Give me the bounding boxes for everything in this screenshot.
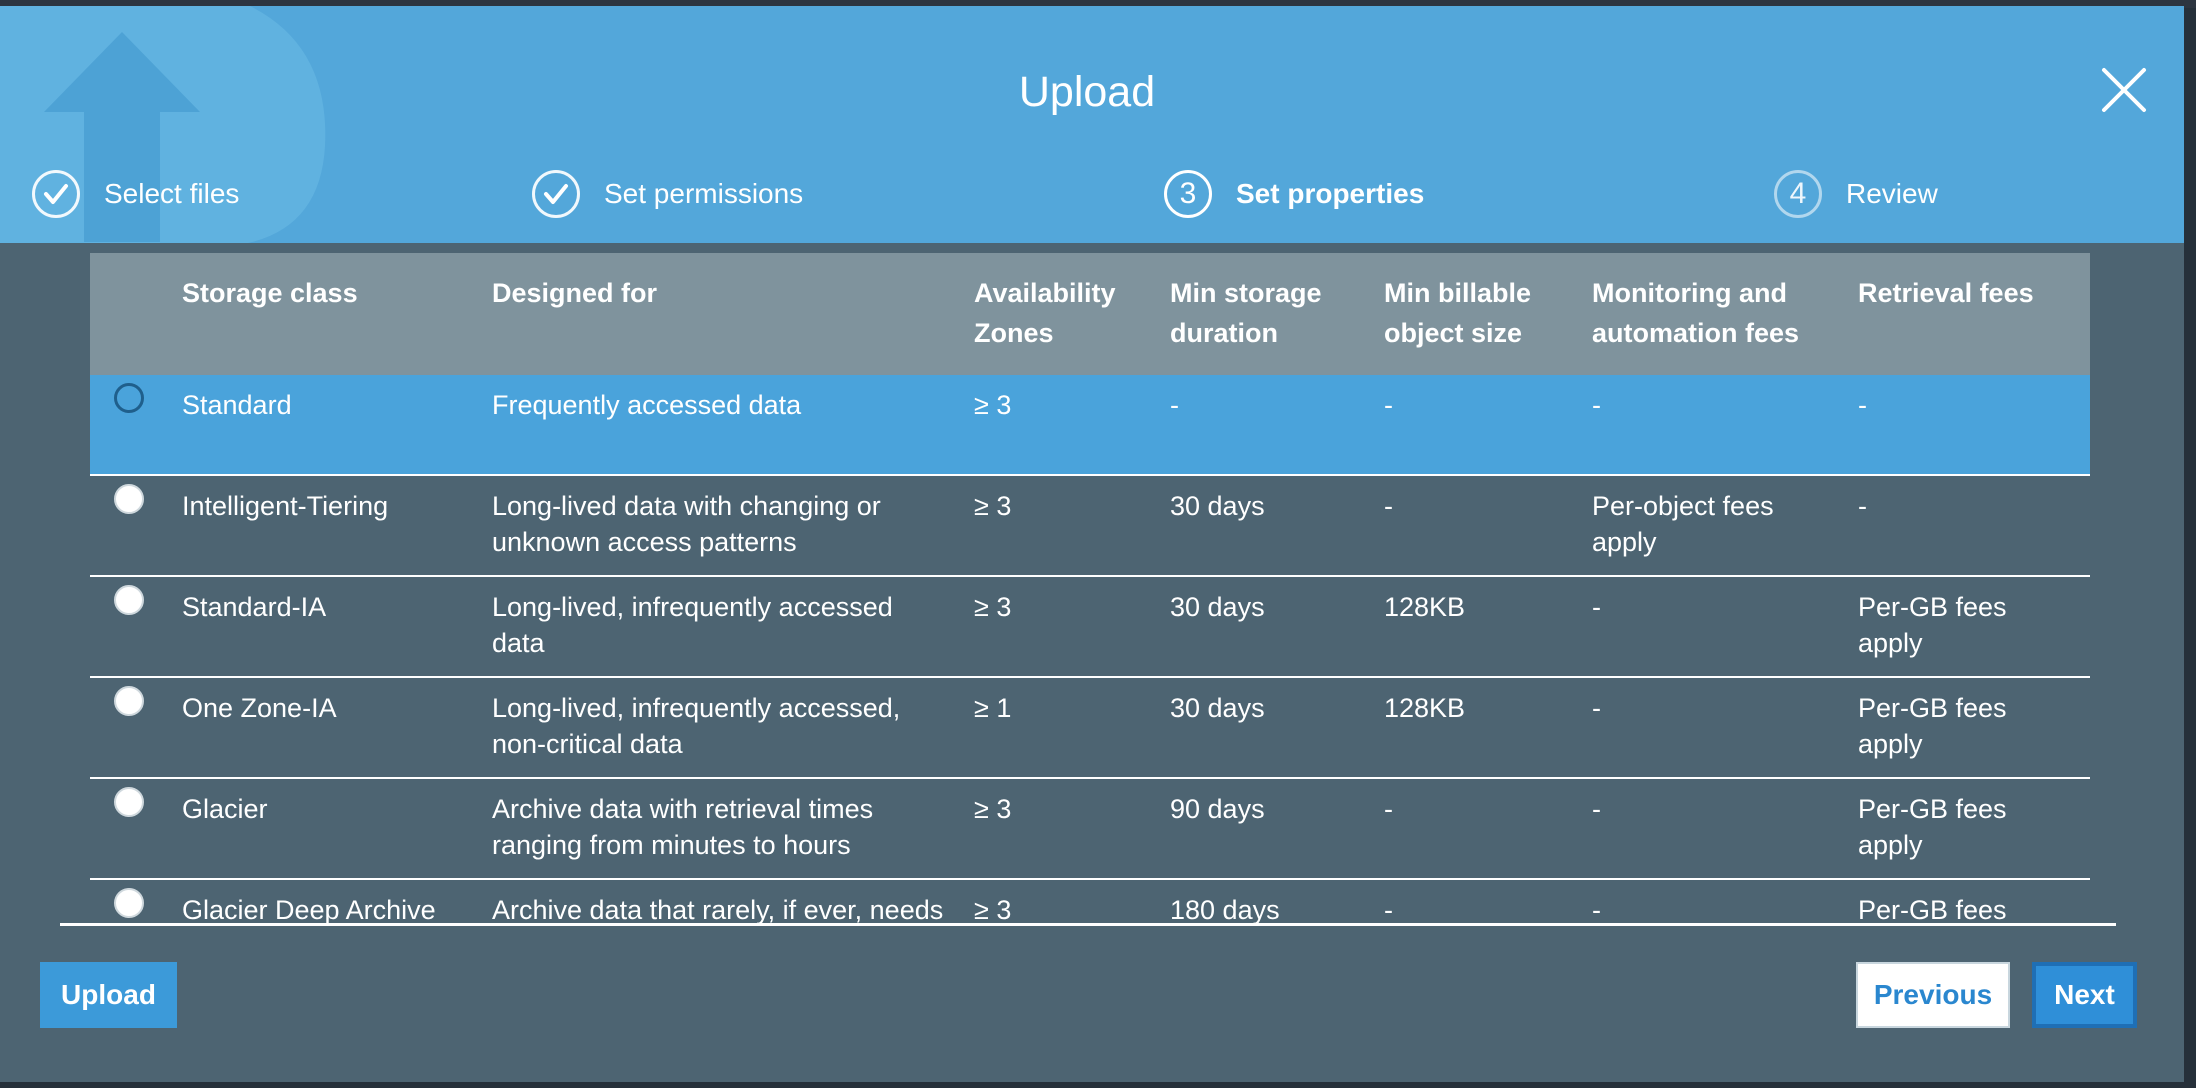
step-number: 4 [1774, 170, 1822, 218]
cell-storage-class: Glacier Deep Archive [182, 895, 436, 923]
upload-button[interactable]: Upload [40, 962, 177, 1028]
step-review[interactable]: 4 Review [1774, 166, 1938, 222]
cell-availability-zones: ≥ 1 [974, 693, 1012, 723]
cell-storage-class: Standard [182, 390, 292, 420]
cell-availability-zones: ≥ 3 [974, 794, 1012, 824]
cell-min-size: - [1384, 390, 1393, 420]
cell-monitoring-fees: Per-object fees apply [1592, 491, 1774, 557]
cell-designed-for: Long-lived, infrequently accessed data [492, 592, 893, 658]
checkmark-icon [32, 170, 80, 218]
storage-class-radio[interactable] [114, 787, 144, 817]
step-set-properties[interactable]: 3 Set properties [1164, 166, 1424, 222]
cell-monitoring-fees: - [1592, 592, 1601, 622]
cell-monitoring-fees: - [1592, 390, 1601, 420]
upload-dialog: Upload Select files Set permissions 3 Se… [0, 6, 2184, 1082]
step-label: Set permissions [604, 178, 804, 209]
cell-designed-for: Archive data with retrieval times ranging… [492, 794, 874, 860]
cell-min-size: - [1384, 491, 1393, 521]
dialog-header: Upload Select files Set permissions 3 Se… [0, 6, 2184, 243]
header-min-billable-size: Min billable object size [1384, 278, 1532, 348]
header-availability-zones: Availability Zones [974, 278, 1116, 348]
header-monitoring-fees: Monitoring and automation fees [1592, 278, 1800, 348]
header-min-storage-duration: Min storage duration [1170, 278, 1322, 348]
step-number: 3 [1164, 170, 1212, 218]
cell-designed-for: Archive data that rarely, if ever, needs [492, 895, 944, 923]
header-designed-for: Designed for [492, 278, 658, 308]
cell-storage-class: One Zone-IA [182, 693, 337, 723]
cell-monitoring-fees: - [1592, 895, 1601, 923]
cell-retrieval-fees: - [1858, 491, 1867, 521]
cell-monitoring-fees: - [1592, 794, 1601, 824]
storage-class-table: Storage class Designed for Availability Z… [90, 253, 2090, 923]
cell-availability-zones: ≥ 3 [974, 491, 1012, 521]
cell-min-duration: 30 days [1170, 693, 1265, 723]
cell-min-size: 128KB [1384, 592, 1466, 622]
table-row-glacier-deep-archive[interactable]: Glacier Deep Archive Archive data that r… [90, 880, 2090, 923]
cell-min-size: - [1384, 794, 1393, 824]
cell-storage-class: Standard-IA [182, 592, 327, 622]
cell-min-duration: 180 days [1170, 895, 1280, 923]
checkmark-icon [532, 170, 580, 218]
cell-designed-for: Frequently accessed data [492, 390, 802, 420]
cell-retrieval-fees: Per-GB fees apply [1858, 693, 2007, 759]
cell-min-duration: 90 days [1170, 794, 1265, 824]
step-label: Review [1846, 178, 1938, 209]
cell-retrieval-fees: Per-GB fees apply [1858, 794, 2007, 860]
cell-retrieval-fees: Per-GB fees [1858, 895, 2007, 923]
cell-availability-zones: ≥ 3 [974, 592, 1012, 622]
cell-min-duration: 30 days [1170, 592, 1265, 622]
storage-class-radio[interactable] [114, 686, 144, 716]
cell-designed-for: Long-lived data with changing or unknown … [492, 491, 881, 557]
cell-monitoring-fees: - [1592, 693, 1601, 723]
cell-min-size: 128KB [1384, 693, 1466, 723]
cell-availability-zones: ≥ 3 [974, 895, 1012, 923]
cell-designed-for: Long-lived, infrequently accessed, non-cr… [492, 693, 901, 759]
cell-availability-zones: ≥ 3 [974, 390, 1012, 420]
step-label: Set properties [1236, 178, 1425, 209]
cell-storage-class: Glacier [182, 794, 268, 824]
header-storage-class: Storage class [182, 278, 358, 308]
table-scroll-divider [60, 923, 2116, 926]
cell-min-size: - [1384, 895, 1393, 923]
step-select-files[interactable]: Select files [32, 166, 239, 222]
storage-class-radio[interactable] [114, 484, 144, 514]
cell-min-duration: 30 days [1170, 491, 1265, 521]
storage-class-radio[interactable] [114, 888, 144, 918]
step-set-permissions[interactable]: Set permissions [532, 166, 803, 222]
close-icon[interactable] [2098, 64, 2150, 116]
cell-storage-class: Intelligent-Tiering [182, 491, 389, 521]
table-row-intelligent-tiering[interactable]: Intelligent-Tiering Long-lived data with… [90, 476, 2090, 577]
table-row-standard-ia[interactable]: Standard-IA Long-lived, infrequently acc… [90, 577, 2090, 678]
table-row-standard[interactable]: Standard Frequently accessed data ≥ 3 - … [90, 375, 2090, 476]
step-label: Select files [104, 178, 240, 209]
table-row-one-zone-ia[interactable]: One Zone-IA Long-lived, infrequently acc… [90, 678, 2090, 779]
cell-min-duration: - [1170, 390, 1179, 420]
cell-retrieval-fees: - [1858, 390, 1867, 420]
next-button[interactable]: Next [2032, 962, 2137, 1028]
previous-button[interactable]: Previous [1856, 962, 2010, 1028]
table-header: Storage class Designed for Availability Z… [90, 253, 2090, 375]
cell-retrieval-fees: Per-GB fees apply [1858, 592, 2007, 658]
storage-class-radio[interactable] [114, 383, 144, 413]
dialog-title: Upload [1018, 68, 1156, 116]
header-retrieval-fees: Retrieval fees [1858, 278, 2034, 308]
storage-class-radio[interactable] [114, 585, 144, 615]
table-row-glacier[interactable]: Glacier Archive data with retrieval time… [90, 779, 2090, 880]
